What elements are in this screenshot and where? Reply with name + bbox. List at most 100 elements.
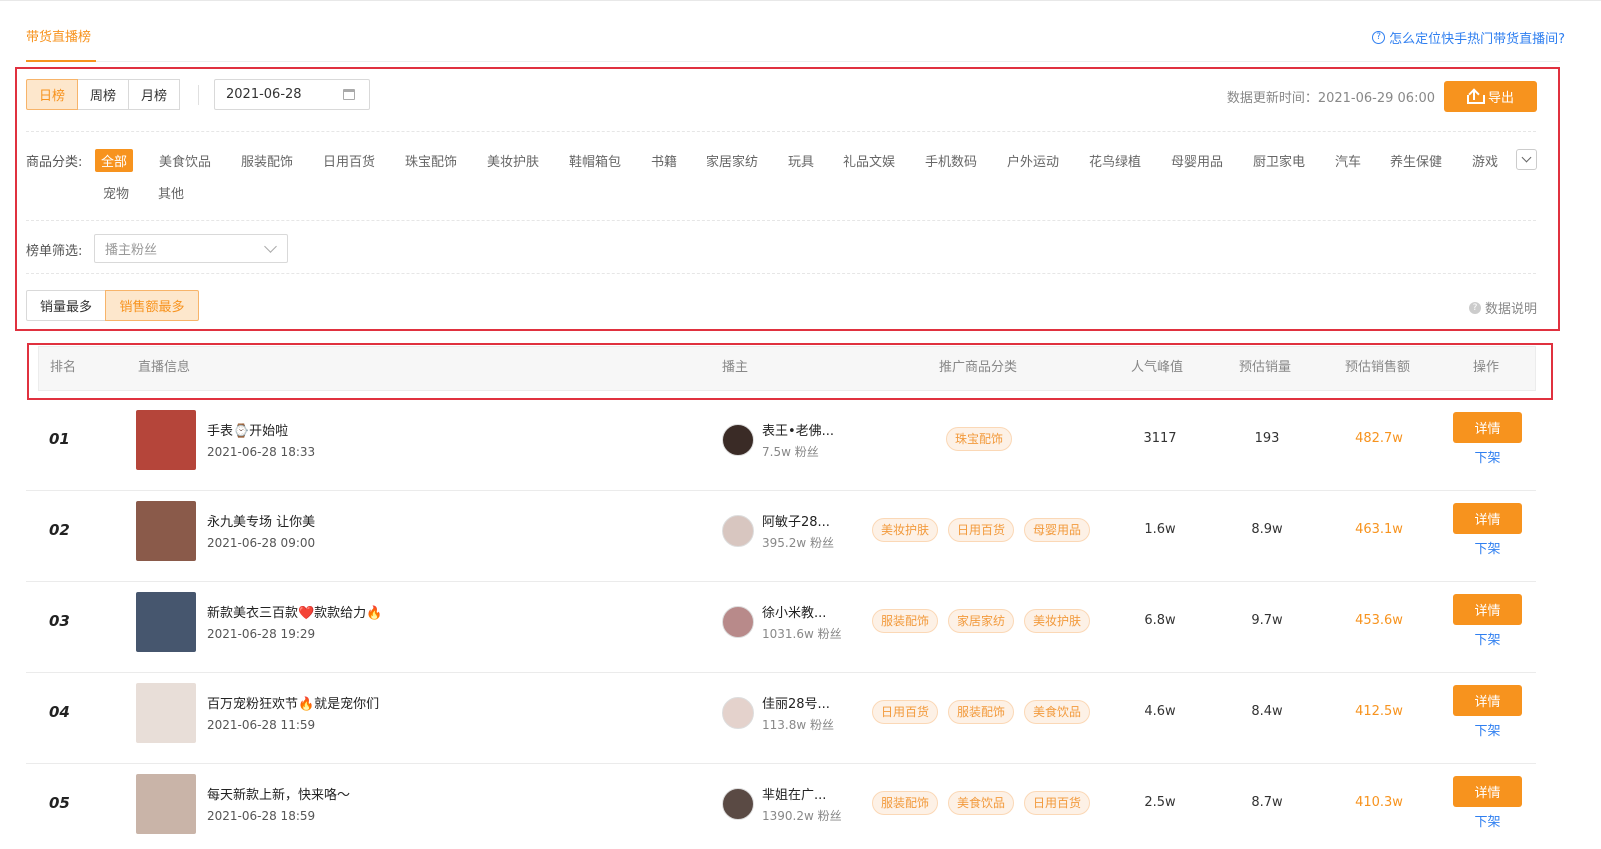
data-note-link[interactable]: ? 数据说明 (1468, 298, 1537, 317)
date-picker[interactable]: 2021-06-28 (214, 79, 370, 110)
table-row: 03 新款美衣三百款❤️款款给力🔥 2021-06-28 19:29 徐小米教... 1… (26, 582, 1536, 673)
category-chip[interactable]: 家居家纺 (706, 151, 758, 170)
export-label: 导出 (1487, 91, 1514, 106)
calendar-icon (343, 89, 355, 100)
host-name[interactable]: 佳丽28号... (762, 693, 830, 712)
category-chip[interactable]: 其他 (158, 183, 184, 202)
live-cover-thumbnail[interactable] (136, 501, 196, 561)
sort-by-amount[interactable]: 销售额最多 (105, 290, 199, 321)
estimated-sales: 8.9w (1251, 522, 1283, 537)
category-chip[interactable]: 汽车 (1335, 151, 1361, 170)
live-title[interactable]: 新款美衣三百款❤️款款给力🔥 (207, 602, 382, 621)
category-chip[interactable]: 日用百货 (323, 151, 375, 170)
col-sales: 预估销量 (1239, 360, 1292, 375)
peak-popularity: 1.6w (1144, 522, 1176, 537)
detail-button[interactable]: 详情 (1453, 685, 1522, 716)
off-shelf-link[interactable]: 下架 (1453, 720, 1522, 739)
rank-number: 05 (49, 794, 70, 812)
tab-live-ranking[interactable]: 带货直播榜 (26, 26, 91, 45)
detail-button[interactable]: 详情 (1453, 776, 1522, 807)
table-row: 05 每天新款上新，快来咯～ 2021-06-28 18:59 芈姐在广... 1390… (26, 764, 1536, 849)
fans-filter-select[interactable]: 播主粉丝 (94, 234, 288, 263)
tab-baseline (26, 61, 1560, 62)
peak-popularity: 6.8w (1144, 613, 1176, 628)
table-row: 02 永九美专场 让你美 2021-06-28 09:00 阿敏子28... 395.2… (26, 491, 1536, 582)
export-button[interactable]: 导出 (1444, 81, 1537, 112)
category-chip[interactable]: 鞋帽箱包 (569, 151, 621, 170)
avatar[interactable] (722, 424, 754, 456)
category-chip[interactable]: 户外运动 (1007, 151, 1059, 170)
question-circle-icon: ? (1372, 31, 1386, 44)
live-title[interactable]: 手表⌚开始啦 (207, 420, 288, 439)
category-tag: 日用百货 (872, 700, 939, 724)
col-peak: 人气峰值 (1131, 360, 1184, 375)
rank-number: 04 (49, 703, 70, 721)
tab-daily[interactable]: 日榜 (26, 79, 78, 110)
off-shelf-link[interactable]: 下架 (1453, 538, 1522, 557)
tab-weekly[interactable]: 周榜 (77, 79, 129, 110)
category-tag: 美食饮品 (948, 791, 1015, 815)
date-value: 2021-06-28 (226, 87, 302, 102)
category-chip[interactable]: 美食饮品 (159, 151, 211, 170)
avatar[interactable] (722, 788, 754, 820)
estimated-sales: 8.4w (1251, 704, 1283, 719)
live-cover-thumbnail[interactable] (136, 683, 196, 743)
category-tag: 日用百货 (948, 518, 1015, 542)
fans-filter-placeholder: 播主粉丝 (105, 243, 158, 258)
avatar[interactable] (722, 697, 754, 729)
category-chip[interactable]: 书籍 (651, 151, 677, 170)
live-cover-thumbnail[interactable] (136, 410, 196, 470)
estimated-amount: 453.6w (1355, 613, 1403, 628)
off-shelf-link[interactable]: 下架 (1453, 811, 1522, 830)
category-chip[interactable]: 玩具 (788, 151, 814, 170)
rank-number: 02 (49, 521, 70, 539)
live-start-time: 2021-06-28 18:33 (207, 445, 316, 459)
tab-active-underline (26, 60, 96, 62)
sort-by-volume[interactable]: 销量最多 (26, 290, 106, 321)
detail-button[interactable]: 详情 (1453, 503, 1522, 534)
estimated-sales: 8.7w (1251, 795, 1283, 810)
live-cover-thumbnail[interactable] (136, 592, 196, 652)
rank-number: 01 (49, 430, 70, 448)
off-shelf-link[interactable]: 下架 (1453, 629, 1522, 648)
estimated-amount: 410.3w (1355, 795, 1403, 810)
category-chip[interactable]: 厨卫家电 (1253, 151, 1305, 170)
off-shelf-link[interactable]: 下架 (1453, 447, 1522, 466)
host-fans: 113.8w 粉丝 (762, 718, 834, 732)
help-link[interactable]: ? 怎么定位快手热门带货直播间? (1372, 28, 1565, 47)
category-chip[interactable]: 美妆护肤 (487, 151, 539, 170)
category-chip[interactable]: 母婴用品 (1171, 151, 1223, 170)
category-chip[interactable]: 养生保健 (1390, 151, 1442, 170)
category-tag: 服装配饰 (872, 791, 939, 815)
category-chip[interactable]: 手机数码 (925, 151, 977, 170)
category-chip[interactable]: 全部 (95, 149, 134, 172)
tab-monthly[interactable]: 月榜 (128, 79, 180, 110)
category-chip[interactable]: 礼品文娱 (843, 151, 895, 170)
host-name[interactable]: 表王•老佛... (762, 420, 834, 439)
live-start-time: 2021-06-28 19:29 (207, 627, 316, 641)
category-tag: 家居家纺 (948, 609, 1015, 633)
host-name[interactable]: 芈姐在广... (762, 784, 826, 803)
host-name[interactable]: 徐小米教... (762, 602, 826, 621)
live-cover-thumbnail[interactable] (136, 774, 196, 834)
table-row: 01 手表⌚开始啦 2021-06-28 18:33 表王•老佛... 7.5w 粉丝 珠… (26, 400, 1536, 491)
live-title[interactable]: 百万宠粉狂欢节🔥就是宠你们 (207, 693, 379, 712)
avatar[interactable] (722, 515, 754, 547)
category-chip[interactable]: 花鸟绿植 (1089, 151, 1141, 170)
col-amount: 预估销售额 (1345, 360, 1411, 375)
peak-popularity: 4.6w (1144, 704, 1176, 719)
live-title[interactable]: 永九美专场 让你美 (207, 511, 315, 530)
host-name[interactable]: 阿敏子28... (762, 511, 830, 530)
detail-button[interactable]: 详情 (1453, 412, 1522, 443)
upload-icon (1466, 87, 1485, 104)
category-chip[interactable]: 宠物 (103, 183, 129, 202)
category-chip[interactable]: 游戏 (1472, 151, 1498, 170)
live-title[interactable]: 每天新款上新，快来咯～ (207, 784, 350, 803)
category-chip[interactable]: 珠宝配饰 (405, 151, 457, 170)
category-chip[interactable]: 服装配饰 (241, 151, 293, 170)
chevron-down-icon[interactable] (1516, 149, 1537, 170)
page-top-border (0, 0, 1601, 1)
avatar[interactable] (722, 606, 754, 638)
live-start-time: 2021-06-28 18:59 (207, 809, 316, 823)
detail-button[interactable]: 详情 (1453, 594, 1522, 625)
